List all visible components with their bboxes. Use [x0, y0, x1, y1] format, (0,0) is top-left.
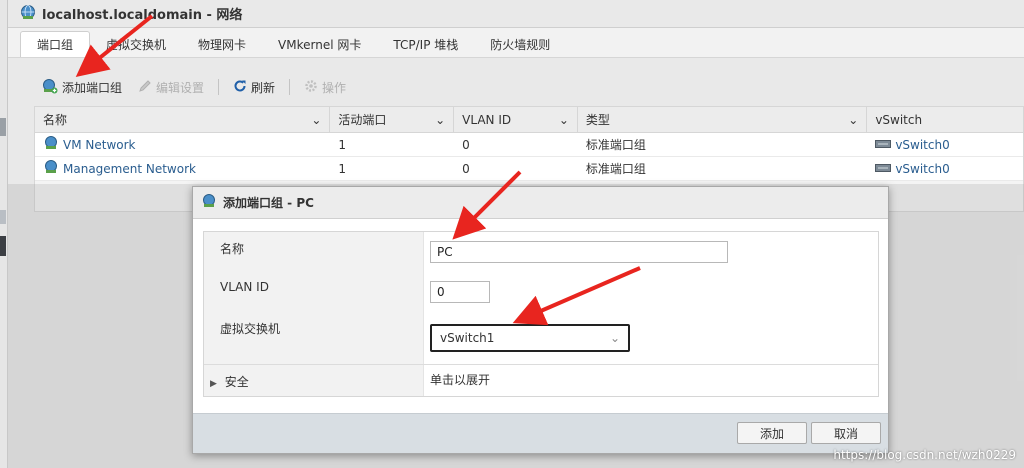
port-group-icon — [43, 135, 59, 154]
watermark: https://blog.csdn.net/wzh0229 — [833, 448, 1016, 462]
actions-button[interactable]: 操作 — [298, 79, 352, 96]
left-strip-marker — [0, 210, 6, 224]
refresh-label: 刷新 — [251, 80, 276, 95]
add-button[interactable]: 添加 — [737, 422, 807, 444]
left-edge-strip — [0, 0, 8, 468]
left-strip-marker — [0, 236, 6, 256]
tab-tcpip-stacks[interactable]: TCP/IP 堆栈 — [377, 31, 474, 57]
network-globe-icon — [20, 4, 36, 23]
pencil-icon — [138, 79, 152, 96]
table-cell-vlan: 0 — [462, 161, 470, 176]
table-cell-vswitch: vSwitch0 — [867, 133, 1023, 156]
dialog-footer: 添加 取消 — [193, 413, 888, 453]
chevron-down-icon: ⌄ — [435, 112, 446, 127]
chevron-down-icon: ⌄ — [609, 331, 620, 345]
tab-virtual-switches[interactable]: 虚拟交换机 — [90, 31, 182, 57]
tab-port-groups[interactable]: 端口组 — [20, 31, 91, 57]
security-label: ▶ 安全 — [204, 365, 424, 396]
toolbar-divider — [218, 79, 220, 95]
vswitch-label: 虚拟交换机 — [204, 312, 424, 364]
gear-icon — [304, 79, 318, 96]
add-port-group-label: 添加端口组 — [62, 80, 123, 95]
vswitch-select[interactable]: vSwitch1 ⌄ — [430, 324, 630, 352]
dialog-titlebar: 添加端口组 - PC — [193, 187, 888, 219]
toolbar-divider — [289, 79, 291, 95]
add-port-group-dialog: 添加端口组 - PC 名称 PC VLAN ID 0 虚拟交换机 vSwitch… — [192, 186, 889, 454]
vlan-id-label: VLAN ID — [204, 272, 424, 312]
vswitch-selected-value: vSwitch1 — [440, 331, 495, 345]
table-row[interactable]: Management Network 1 0 标准端口组 vSwitch0 — [35, 157, 1023, 181]
switch-icon — [875, 162, 892, 176]
table-cell-type: 标准端口组 — [585, 162, 646, 176]
window-title: localhost.localdomain - 网络 — [42, 8, 243, 23]
refresh-button[interactable]: 刷新 — [227, 79, 281, 96]
switch-icon — [875, 138, 892, 152]
chevron-down-icon: ⌄ — [848, 112, 859, 127]
caret-right-icon: ▶ — [210, 379, 217, 389]
port-group-icon — [43, 159, 59, 178]
vlan-id-input[interactable]: 0 — [430, 281, 490, 303]
chevron-down-icon: ⌄ — [558, 112, 569, 127]
add-port-group-icon — [42, 78, 58, 97]
column-header-vswitch[interactable]: vSwitch — [867, 107, 1023, 132]
column-header-active-ports[interactable]: 活动端口 ⌄ — [330, 107, 455, 132]
refresh-icon — [233, 79, 247, 96]
security-expand-hint[interactable]: 单击以展开 — [424, 365, 878, 396]
form-row-vlan: VLAN ID 0 — [204, 272, 878, 312]
tab-physical-nics[interactable]: 物理网卡 — [182, 31, 262, 57]
port-group-link[interactable]: Management Network — [63, 162, 196, 176]
vswitch-link[interactable]: vSwitch0 — [895, 162, 949, 176]
form-row-vswitch: 虚拟交换机 vSwitch1 ⌄ — [204, 312, 878, 364]
table-cell-name: Management Network — [35, 157, 330, 180]
column-header-name[interactable]: 名称 ⌄ — [35, 107, 331, 132]
table-cell-name: VM Network — [35, 133, 330, 156]
column-header-vlan-id[interactable]: VLAN ID ⌄ — [454, 107, 578, 132]
name-input[interactable]: PC — [430, 241, 728, 263]
table-cell-active-ports: 1 — [338, 161, 347, 176]
left-strip-marker — [0, 118, 6, 136]
port-group-icon — [201, 193, 217, 212]
window-titlebar: localhost.localdomain - 网络 — [8, 0, 1024, 28]
form-row-security[interactable]: ▶ 安全 单击以展开 — [204, 364, 878, 396]
form-row-name: 名称 PC — [204, 232, 878, 272]
toolbar: 添加端口组 编辑设置 刷新 操作 — [36, 76, 352, 98]
tab-bar: 端口组 虚拟交换机 物理网卡 VMkernel 网卡 TCP/IP 堆栈 防火墙… — [8, 28, 1024, 58]
vswitch-link[interactable]: vSwitch0 — [895, 138, 949, 152]
column-header-type[interactable]: 类型 ⌄ — [578, 107, 868, 132]
port-group-link[interactable]: VM Network — [63, 138, 135, 152]
edit-settings-button[interactable]: 编辑设置 — [132, 79, 210, 96]
chevron-down-icon: ⌄ — [311, 112, 322, 127]
dialog-title: 添加端口组 - PC — [223, 196, 314, 210]
add-port-group-button[interactable]: 添加端口组 — [36, 78, 128, 97]
tab-firewall-rules[interactable]: 防火墙规则 — [474, 31, 566, 57]
edit-settings-label: 编辑设置 — [156, 80, 205, 95]
name-label: 名称 — [204, 232, 424, 272]
actions-label: 操作 — [322, 80, 347, 95]
table-header: 名称 ⌄ 活动端口 ⌄ VLAN ID ⌄ 类型 ⌄ vSwitch — [35, 107, 1023, 133]
table-cell-active-ports: 1 — [338, 137, 347, 152]
tab-vmkernel-nics[interactable]: VMkernel 网卡 — [262, 31, 377, 57]
table-cell-vlan: 0 — [462, 137, 470, 152]
table-row[interactable]: VM Network 1 0 标准端口组 vSwitch0 — [35, 133, 1023, 157]
port-group-form: 名称 PC VLAN ID 0 虚拟交换机 vSwitch1 ⌄ ▶ 安全 单击… — [203, 231, 879, 397]
table-cell-type: 标准端口组 — [585, 138, 646, 152]
cancel-button[interactable]: 取消 — [811, 422, 881, 444]
table-cell-vswitch: vSwitch0 — [867, 157, 1023, 180]
